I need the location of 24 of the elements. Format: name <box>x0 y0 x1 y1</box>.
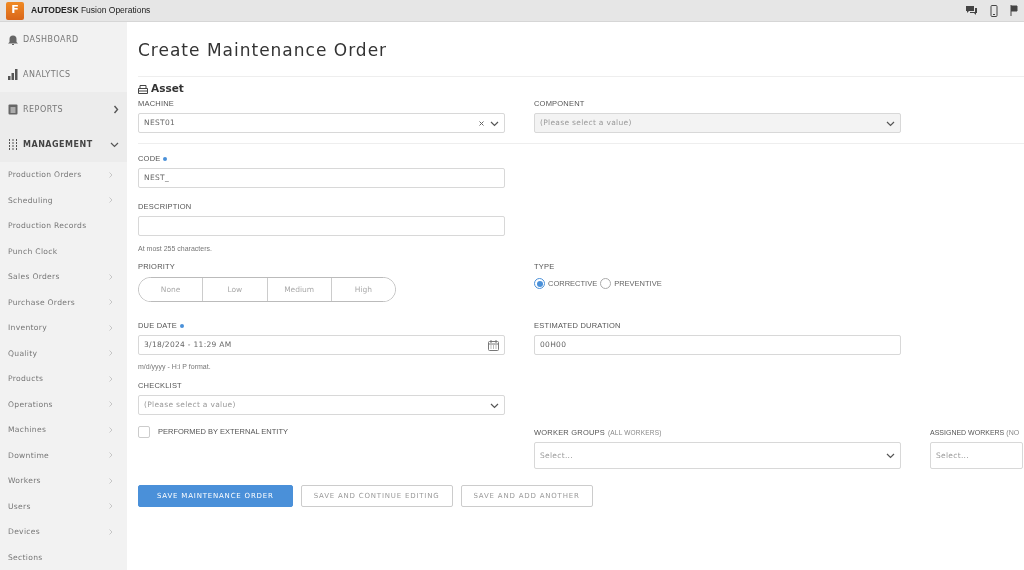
document-icon <box>8 104 18 115</box>
chevron-down-icon[interactable] <box>490 119 499 127</box>
sidebar-section[interactable]: ANALYTICS <box>0 57 127 92</box>
app-name: AUTODESK Fusion Operations <box>31 4 151 17</box>
chat-icon[interactable] <box>965 5 978 16</box>
printer-icon <box>138 84 148 94</box>
chevron-down-icon[interactable] <box>490 401 499 409</box>
description-field[interactable] <box>138 216 505 236</box>
section-heading: Asset <box>151 81 184 97</box>
page-title: Create Maintenance Order <box>138 39 389 61</box>
bar-chart-icon <box>8 69 18 80</box>
bell-icon <box>8 34 18 45</box>
flag-icon[interactable] <box>1010 5 1018 16</box>
phone-icon[interactable] <box>990 4 998 17</box>
app-logo: F <box>6 1 24 20</box>
radio-button[interactable] <box>534 278 545 290</box>
sidebar-section[interactable]: MANAGEMENT <box>0 127 127 162</box>
clear-icon[interactable] <box>479 120 484 126</box>
calendar-icon[interactable] <box>488 339 499 351</box>
sidebar-section[interactable]: REPORTS <box>0 92 127 127</box>
radio-button[interactable] <box>600 278 612 290</box>
sidebar-section[interactable]: DASHBOARD <box>0 22 127 57</box>
checkbox[interactable] <box>138 426 150 438</box>
chevron-down-icon[interactable] <box>886 452 895 459</box>
